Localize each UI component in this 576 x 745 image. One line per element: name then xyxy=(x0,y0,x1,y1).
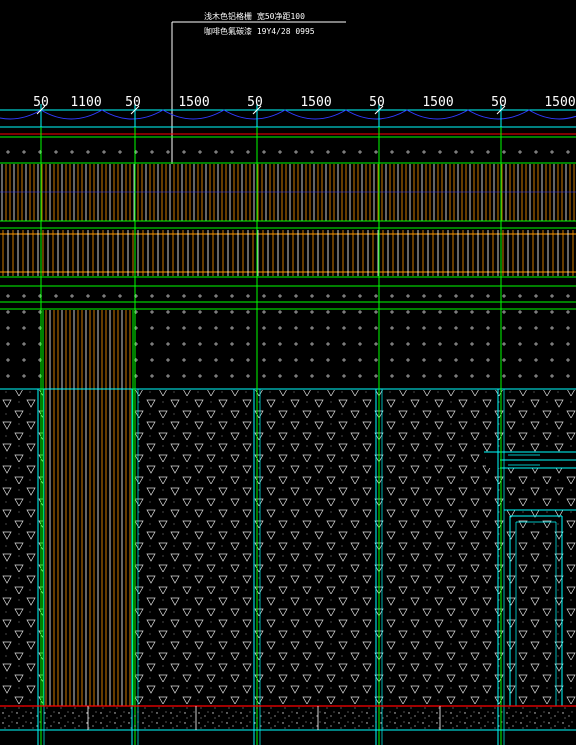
dimension-label: 1100 xyxy=(70,95,101,110)
dimension-label: 50 xyxy=(125,95,141,110)
dimension-label: 1500 xyxy=(544,95,575,110)
cad-elevation-drawing: 浅木色铝格栅 宽50净距100 咖啡色氟碳漆 19Y4/28 0995 50 11… xyxy=(0,0,576,745)
dimension-label: 50 xyxy=(247,95,263,110)
dimension-label: 1500 xyxy=(300,95,331,110)
dimension-label: 50 xyxy=(491,95,507,110)
callout-line-1: 浅木色铝格栅 宽50净距100 xyxy=(204,11,305,21)
plus-hatch-band xyxy=(0,287,576,301)
stone-base xyxy=(0,705,576,731)
vertical-slat-column xyxy=(43,310,133,706)
dimension-label: 50 xyxy=(369,95,385,110)
plus-hatch-strip xyxy=(0,138,576,163)
framed-slat-band xyxy=(0,229,576,277)
aluminium-grille-band xyxy=(0,164,576,221)
dimension-label: 1500 xyxy=(178,95,209,110)
dimension-label: 50 xyxy=(33,95,49,110)
dimension-label: 1500 xyxy=(422,95,453,110)
callout-line-2: 咖啡色氟碳漆 19Y4/28 0995 xyxy=(204,26,315,36)
